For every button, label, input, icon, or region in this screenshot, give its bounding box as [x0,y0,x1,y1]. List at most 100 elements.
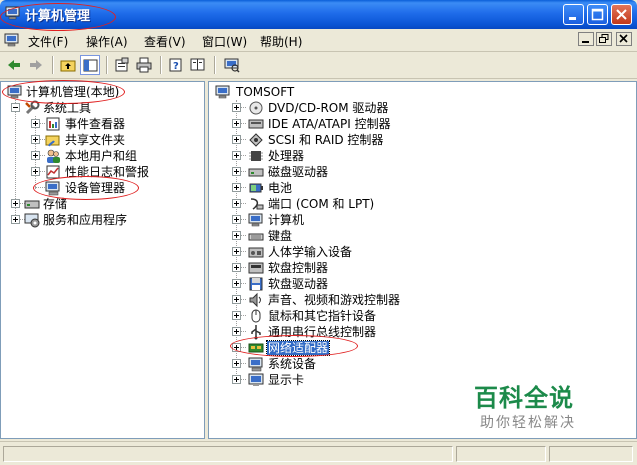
child-close-button[interactable] [616,32,632,46]
expand-toggle[interactable] [232,103,241,112]
maximize-button[interactable] [587,4,608,25]
menu-file[interactable]: 文件(F) [28,33,68,50]
forward-arrow-icon[interactable] [26,55,46,75]
expand-toggle[interactable] [232,343,241,352]
expand-toggle[interactable] [11,199,20,208]
device-category-label: 网络适配器 [265,340,331,356]
device-category-row[interactable]: 电池 [232,180,622,196]
up-folder-icon[interactable] [58,55,78,75]
expand-toggle[interactable] [232,167,241,176]
menu-view[interactable]: 查看(V) [144,33,186,50]
device-category-row[interactable]: 软盘控制器 [232,260,622,276]
expand-toggle[interactable] [232,215,241,224]
tree-item-storage[interactable]: 存储 [11,196,191,212]
tree-item-label: 事件查看器 [65,117,126,131]
expand-toggle[interactable] [31,151,40,160]
device-category-row[interactable]: 端口 (COM 和 LPT) [232,196,622,212]
device-category-row[interactable]: 软盘驱动器 [232,276,622,292]
child-restore-button[interactable] [596,32,612,46]
expand-toggle[interactable] [232,295,241,304]
device-category-row[interactable]: DVD/CD-ROM 驱动器 [232,100,622,116]
tree-item-label: 共享文件夹 [65,133,126,147]
minimize-button[interactable] [563,4,584,25]
disk-drive-icon [248,168,264,177]
expand-toggle[interactable] [232,199,241,208]
menu-window[interactable]: 窗口(W) [202,33,247,50]
expand-toggle[interactable] [232,311,241,320]
system-device-icon [248,357,263,372]
expand-toggle[interactable] [31,135,40,144]
tree-item-label: 存储 [43,197,68,211]
menu-action[interactable]: 操作(A) [86,33,128,50]
device-category-row[interactable]: 磁盘驱动器 [232,164,622,180]
menu-bar: 文件(F) 操作(A) 查看(V) 窗口(W) 帮助(H) [0,29,637,52]
device-category-row[interactable]: 声音、视频和游戏控制器 [232,292,622,308]
tree-root[interactable]: 计算机管理(本地) [5,84,195,100]
properties-icon[interactable] [112,55,132,75]
show-hide-tree-icon[interactable] [80,55,100,75]
mouse-icon [251,309,261,323]
tree-item-local-users[interactable]: 本地用户和组 [31,148,201,164]
expand-toggle[interactable] [232,327,241,336]
tree-item-performance-logs[interactable]: 性能日志和警报 [31,164,201,180]
tree-item-services-apps[interactable]: 服务和应用程序 [11,212,201,228]
tree-root-label: 计算机管理(本地) [26,85,120,99]
expand-toggle[interactable] [232,247,241,256]
device-category-label: 显示卡 [268,373,305,387]
device-category-row[interactable]: 鼠标和其它指针设备 [232,308,622,324]
display-adapter-icon [248,373,264,386]
expand-toggle[interactable] [232,135,241,144]
svg-text:?: ? [173,61,179,72]
ide-controller-icon [248,119,264,129]
expand-toggle[interactable] [232,263,241,272]
expand-toggle[interactable] [31,167,40,176]
system-menu-icon[interactable] [4,32,20,48]
tree-item-label: 性能日志和警报 [65,165,150,179]
child-minimize-button[interactable] [578,32,594,46]
device-category-row[interactable]: 处理器 [232,148,622,164]
console-tree-pane[interactable]: 计算机管理(本地) 系统工具 事件查看器 共享文件夹 本地用户和组 性能日志和警… [0,81,205,439]
device-category-row[interactable]: 键盘 [232,228,622,244]
print-icon[interactable] [134,55,154,75]
expand-toggle[interactable] [232,279,241,288]
expand-toggle[interactable] [31,119,40,128]
system-tools-icon [25,100,40,115]
shared-folder-icon [45,135,60,147]
toolbar: ? [0,52,637,79]
expand-toggle[interactable] [232,183,241,192]
title-bar[interactable]: 计算机管理 [0,0,637,29]
tree-item-system-tools[interactable]: 系统工具 [11,100,191,116]
computer-management-window: 计算机管理 文件(F) 操作(A) 查看(V) 窗口(W) 帮助(H) ? 计算… [0,0,637,465]
device-category-row[interactable]: SCSI 和 RAID 控制器 [232,132,622,148]
tree-item-device-manager[interactable]: 设备管理器 [31,180,201,196]
device-category-row[interactable]: 通用串行总线控制器 [232,324,622,340]
device-tree-root[interactable]: TOMSOFT [213,84,413,100]
help-icon[interactable]: ? [166,55,186,75]
close-button[interactable] [611,4,632,25]
storage-icon [24,200,40,209]
device-category-row[interactable]: 网络适配器 [232,340,622,356]
export-list-icon[interactable] [188,55,208,75]
computer-icon [215,85,230,99]
back-arrow-icon[interactable] [4,55,24,75]
device-category-label: 处理器 [268,149,305,163]
device-category-row[interactable]: 计算机 [232,212,622,228]
expand-toggle[interactable] [232,151,241,160]
expand-toggle[interactable] [232,359,241,368]
device-category-row[interactable]: 系统设备 [232,356,622,372]
device-category-row[interactable]: IDE ATA/ATAPI 控制器 [232,116,622,132]
expand-toggle[interactable] [11,215,20,224]
device-category-row[interactable]: 人体学输入设备 [232,244,622,260]
expand-toggle[interactable] [232,231,241,240]
device-category-label: 人体学输入设备 [268,245,353,259]
status-cell [3,446,453,462]
expand-toggle[interactable] [232,119,241,128]
scan-hardware-icon[interactable] [222,55,242,75]
tree-item-event-viewer[interactable]: 事件查看器 [31,116,201,132]
device-tree-root-label: TOMSOFT [236,85,295,99]
watermark-logo: 百科全说 [474,384,574,412]
tree-item-shared-folders[interactable]: 共享文件夹 [31,132,201,148]
expand-toggle[interactable] [232,375,241,384]
collapse-toggle[interactable] [11,103,20,112]
menu-help[interactable]: 帮助(H) [260,33,302,50]
